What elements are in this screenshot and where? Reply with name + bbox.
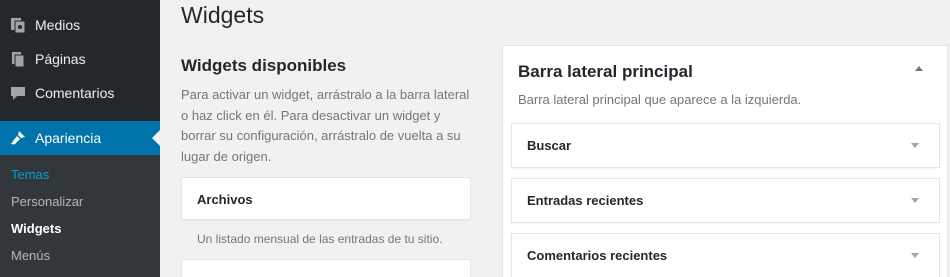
- chevron-down-icon[interactable]: [911, 198, 919, 203]
- area-widget-comentarios-recientes[interactable]: Comentarios recientes: [511, 233, 940, 277]
- submenu-item-menus[interactable]: Menús: [11, 248, 50, 263]
- chevron-down-icon[interactable]: [911, 253, 919, 258]
- submenu-item-temas[interactable]: Temas: [11, 167, 49, 182]
- pages-icon: [8, 49, 28, 69]
- sidebar-area-title[interactable]: Barra lateral principal: [518, 62, 693, 82]
- appearance-submenu: Temas Personalizar Widgets Menús: [0, 155, 160, 277]
- widget-archivos[interactable]: Archivos: [181, 177, 471, 220]
- sidebar-item-medios[interactable]: Medios: [0, 8, 160, 42]
- sidebar-area-main: Barra lateral principal Barra lateral pr…: [502, 45, 948, 277]
- collapse-arrow-icon[interactable]: [915, 66, 923, 71]
- available-widgets-description: Para activar un widget, arrástralo a la …: [181, 87, 470, 164]
- sidebar-item-label: Medios: [35, 17, 81, 33]
- media-icon: [8, 15, 28, 35]
- current-menu-arrow: [152, 130, 160, 146]
- comments-icon: [8, 83, 28, 103]
- widget-title: Comentarios recientes: [527, 248, 668, 263]
- submenu-item-widgets[interactable]: Widgets: [11, 221, 61, 236]
- area-widget-buscar[interactable]: Buscar: [511, 123, 940, 168]
- submenu-item-personalizar[interactable]: Personalizar: [11, 194, 83, 209]
- admin-sidebar: Medios Páginas Comentarios Apariencia Te…: [0, 0, 160, 277]
- widget-title: Archivos: [197, 192, 253, 207]
- widget-description: Un listado mensual de las entradas de tu…: [197, 232, 443, 246]
- appearance-brush-icon: [8, 128, 28, 148]
- page-title: Widgets: [181, 2, 265, 28]
- area-widget-entradas-recientes[interactable]: Entradas recientes: [511, 178, 940, 223]
- chevron-down-icon[interactable]: [911, 143, 919, 148]
- available-widgets-title: Widgets disponibles: [181, 56, 347, 75]
- sidebar-item-label: Comentarios: [35, 85, 115, 101]
- sidebar-item-comentarios[interactable]: Comentarios: [0, 76, 160, 110]
- sidebar-area-description: Barra lateral principal que aparece a la…: [518, 92, 802, 107]
- widget-next[interactable]: [181, 259, 471, 277]
- sidebar-item-paginas[interactable]: Páginas: [0, 42, 160, 76]
- sidebar-item-apariencia[interactable]: Apariencia: [0, 121, 160, 155]
- sidebar-item-label: Páginas: [35, 51, 86, 67]
- widget-title: Buscar: [527, 138, 572, 153]
- widget-title: Entradas recientes: [527, 193, 644, 208]
- sidebar-item-label: Apariencia: [35, 130, 102, 146]
